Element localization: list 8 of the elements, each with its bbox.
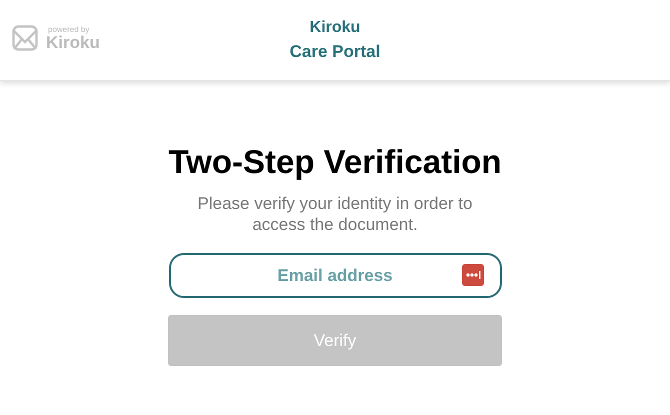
password-manager-icon[interactable]	[462, 264, 484, 286]
instruction-text: Please verify your identity in order to access the document.	[196, 193, 474, 235]
logo-name: Kiroku	[46, 34, 100, 50]
page-heading: Two-Step Verification	[168, 143, 502, 181]
email-field[interactable]: Email address	[168, 253, 502, 298]
app-subtitle: Care Portal	[290, 42, 380, 62]
app-title: Kiroku	[310, 18, 360, 36]
logo-caption: powered by	[48, 26, 90, 34]
